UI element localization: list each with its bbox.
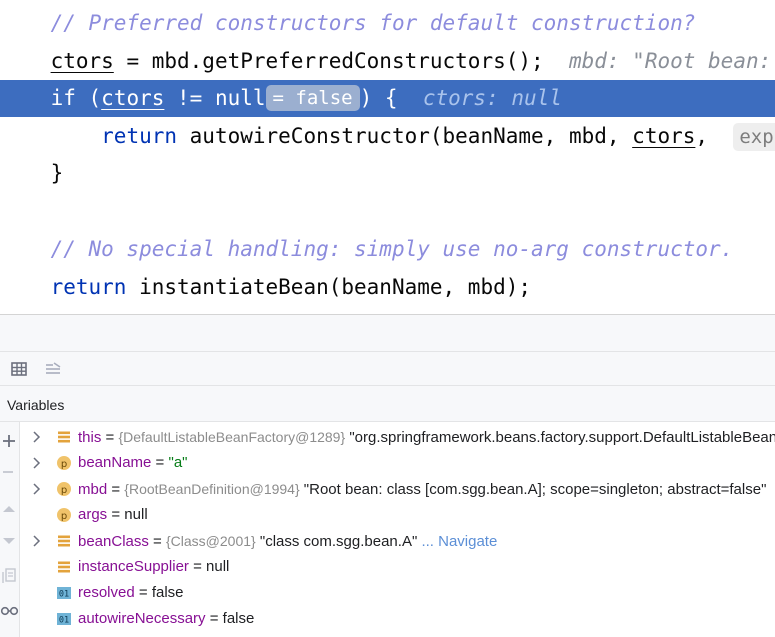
- variable-row-mbd[interactable]: p mbd = {RootBeanDefinition@1994} "Root …: [21, 476, 775, 502]
- parameter-name-hint: explicitArgs: [733, 123, 775, 151]
- field-icon: [58, 431, 70, 443]
- chevron-right-icon[interactable]: [31, 535, 41, 547]
- parameter-icon: p: [57, 482, 71, 496]
- glasses-icon[interactable]: [0, 600, 20, 620]
- field-icon: [58, 561, 70, 573]
- variable-name: instanceSupplier: [78, 558, 189, 575]
- object-reference: {Class@2001}: [166, 533, 256, 549]
- code-line-5[interactable]: }: [0, 155, 775, 192]
- svg-text:p: p: [61, 511, 67, 522]
- variable-value: false: [151, 584, 184, 601]
- remove-watch-icon[interactable]: [0, 462, 20, 482]
- debugger-toolbar: [0, 351, 775, 386]
- field-icon: [58, 535, 70, 547]
- debugger-tool-strip: [0, 315, 775, 351]
- boolean-icon: 01: [57, 613, 71, 626]
- code-call: mbd.getPreferredConstructors();: [151, 49, 544, 73]
- object-reference: {RootBeanDefinition@1994}: [124, 481, 300, 497]
- code-keyword: return: [101, 124, 178, 148]
- code-keyword: return: [50, 275, 127, 299]
- chevron-right-icon[interactable]: [31, 457, 41, 469]
- variables-tree[interactable]: this = {DefaultListableBeanFactory@1289}…: [21, 422, 775, 637]
- variable-name: beanName: [78, 454, 152, 471]
- code-variable-ctors: ctors: [101, 86, 165, 110]
- code-line-4[interactable]: return autowireConstructor(beanName, mbd…: [0, 118, 775, 155]
- code-comment: // No special handling: simply use no-ar…: [50, 237, 734, 261]
- variable-name: this: [78, 429, 102, 446]
- code-keyword: if: [50, 86, 76, 110]
- variable-row-instanceSupplier[interactable]: instanceSupplier = null: [21, 554, 775, 580]
- code-line-7[interactable]: // No special handling: simply use no-ar…: [0, 231, 775, 268]
- debug-inline-hint: ctors: null: [422, 86, 562, 110]
- code-comment: // Preferred constructors for default co…: [50, 11, 696, 35]
- variable-row-autowireNecessary[interactable]: 01 autowireNecessary = false: [21, 606, 775, 632]
- debug-inline-hint: mbd: "Root bean: class [com.sgg.bean.A]: [568, 49, 772, 73]
- table-layout-icon[interactable]: [10, 360, 28, 378]
- hide-frames-icon[interactable]: [44, 360, 62, 378]
- chevron-right-icon[interactable]: [31, 483, 41, 495]
- variable-value: "a": [168, 454, 188, 471]
- variable-row-beanName[interactable]: p beanName = "a": [21, 450, 775, 476]
- svg-text:p: p: [61, 459, 67, 470]
- code-editor[interactable]: // Preferred constructors for default co…: [0, 0, 775, 314]
- chevron-right-icon[interactable]: [31, 431, 41, 443]
- object-reference: {DefaultListableBeanFactory@1289}: [118, 429, 346, 445]
- svg-text:p: p: [61, 485, 67, 496]
- variable-row-beanClass[interactable]: beanClass = {Class@2001} "class com.sgg.…: [21, 528, 775, 554]
- variable-name: beanClass: [78, 533, 149, 550]
- move-down-icon[interactable]: [0, 531, 20, 551]
- variable-value: null: [124, 506, 148, 523]
- variable-value: "class com.sgg.bean.A": [255, 533, 418, 550]
- parameter-icon: p: [57, 508, 71, 522]
- variable-name: autowireNecessary: [78, 610, 206, 627]
- code-call: instantiateBean(beanName, mbd);: [126, 275, 532, 299]
- variable-value: null: [206, 558, 230, 575]
- code-line-8[interactable]: return instantiateBean(beanName, mbd);: [0, 269, 775, 306]
- variables-header: Variables: [0, 386, 775, 422]
- variable-name: mbd: [78, 481, 108, 498]
- variable-value: false: [222, 610, 255, 627]
- variable-value: "org.springframework.beans.factory.suppo…: [349, 429, 775, 446]
- variables-side-toolbar: [0, 422, 20, 637]
- parameter-icon: p: [57, 456, 71, 470]
- add-watch-icon[interactable]: [0, 431, 20, 451]
- variables-title: Variables: [7, 397, 65, 413]
- execution-point-line[interactable]: if (ctors != null = false) { ctors: null: [0, 80, 775, 117]
- code-variable-ctors: ctors: [50, 49, 114, 73]
- svg-text:01: 01: [59, 616, 69, 626]
- inline-evaluation-badge: = false: [265, 85, 360, 111]
- variable-row-resolved[interactable]: 01 resolved = false: [21, 580, 775, 606]
- code-variable-ctors: ctors: [632, 124, 696, 148]
- move-up-icon[interactable]: [0, 499, 20, 519]
- variable-value: "Root bean: class [com.sgg.bean.A]; scop…: [299, 481, 767, 498]
- code-line-1[interactable]: // Preferred constructors for default co…: [0, 5, 775, 42]
- code-brace: }: [50, 161, 64, 185]
- navigate-link[interactable]: ... Navigate: [417, 533, 497, 550]
- boolean-icon: 01: [57, 587, 71, 600]
- variable-name: args: [78, 506, 108, 523]
- code-line-2[interactable]: ctors = mbd.getPreferredConstructors(); …: [0, 43, 775, 80]
- variable-name: resolved: [78, 584, 135, 601]
- variable-row-this[interactable]: this = {DefaultListableBeanFactory@1289}…: [21, 424, 775, 450]
- variable-row-args[interactable]: p args = null: [21, 502, 775, 528]
- svg-text:01: 01: [59, 590, 69, 600]
- code-call: autowireConstructor(beanName, mbd,: [177, 124, 633, 148]
- copy-icon[interactable]: [0, 565, 20, 585]
